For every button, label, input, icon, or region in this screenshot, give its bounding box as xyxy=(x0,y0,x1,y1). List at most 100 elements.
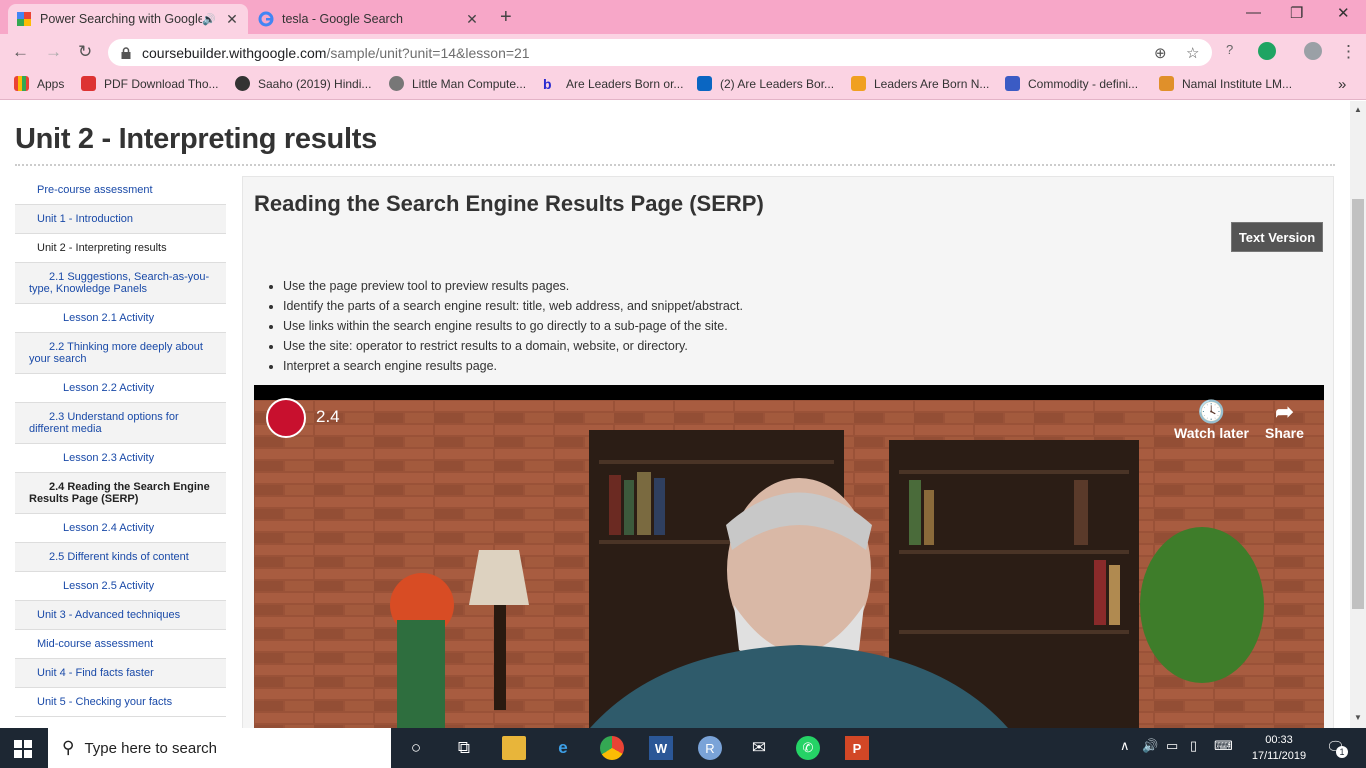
pdf-icon xyxy=(81,76,96,91)
objectives-list: Use the page preview tool to preview res… xyxy=(283,276,743,376)
sidebar-item[interactable]: 2.5 Different kinds of content xyxy=(15,543,226,572)
site-icon xyxy=(851,76,866,91)
menu-icon[interactable]: ⋮ xyxy=(1340,42,1357,62)
watch-later-button[interactable]: 🕓 Watch later xyxy=(1174,399,1249,441)
objective-item: Interpret a search engine results page. xyxy=(283,356,743,376)
profile-avatar-icon[interactable] xyxy=(1304,42,1322,60)
bing-icon: b xyxy=(543,76,552,92)
address-bar[interactable]: coursebuilder.withgoogle.com/sample/unit… xyxy=(108,39,1212,66)
mail-icon[interactable]: ✉ xyxy=(747,736,771,760)
sidebar-item[interactable]: Lesson 2.3 Activity xyxy=(15,444,226,473)
bookmark-item[interactable]: Commodity - defini... xyxy=(1005,76,1138,91)
clock-time: 00:33 xyxy=(1265,734,1293,746)
sidebar-item[interactable]: Pre-course assessment xyxy=(15,176,226,205)
taskbar-search[interactable]: ⚲ Type here to search xyxy=(48,728,391,768)
objective-item: Identify the parts of a search engine re… xyxy=(283,296,743,316)
share-button[interactable]: ➦ Share xyxy=(1265,399,1304,441)
sidebar-item-label: Lesson 2.3 Activity xyxy=(63,452,155,464)
bookmarks-bar: Apps PDF Download Tho... Saaho (2019) Hi… xyxy=(0,70,1366,100)
bookmark-star-icon[interactable]: ☆ xyxy=(1186,44,1199,62)
keyboard-icon[interactable]: ⌨ xyxy=(1214,738,1233,754)
sidebar-item-label: 2.4 Reading the Search Engine Results Pa… xyxy=(29,481,210,505)
close-window-icon[interactable]: ✕ xyxy=(1337,4,1350,22)
show-hidden-icons-icon[interactable]: ∧ xyxy=(1120,738,1130,754)
channel-logo-icon[interactable] xyxy=(266,398,306,438)
tab-power-searching[interactable]: Power Searching with Google 🔊 ✕ xyxy=(8,4,248,34)
chrome-icon[interactable] xyxy=(600,736,624,760)
back-icon[interactable]: ← xyxy=(12,42,29,62)
graduation-cap-icon xyxy=(1159,76,1174,91)
sidebar-item[interactable]: Unit 4 - Find facts faster xyxy=(15,659,226,688)
volume-icon[interactable]: 🔊 xyxy=(1142,738,1158,754)
bookmark-apps[interactable]: Apps xyxy=(14,76,64,91)
network-icon[interactable]: ▭ xyxy=(1166,738,1178,754)
close-tab-icon[interactable]: ✕ xyxy=(224,11,240,28)
bookmark-item[interactable]: Leaders Are Born N... xyxy=(851,76,989,91)
bookmark-item[interactable]: b Are Leaders Born or... xyxy=(543,76,683,92)
task-view-icon[interactable]: ⧉ xyxy=(452,736,476,760)
bookmark-item[interactable]: Little Man Compute... xyxy=(389,76,526,91)
edge-icon[interactable]: e xyxy=(551,736,575,760)
grammarly-icon[interactable] xyxy=(1258,42,1276,60)
more-bookmarks-icon[interactable]: » xyxy=(1338,76,1346,93)
extension-icon[interactable]: ? xyxy=(1226,42,1244,60)
sidebar-item[interactable]: Unit 2 - Interpreting results xyxy=(15,234,226,263)
close-tab-icon[interactable]: ✕ xyxy=(464,11,480,28)
scroll-down-icon[interactable]: ▼ xyxy=(1354,713,1362,722)
taskbar-clock[interactable]: 00:33 17/11/2019 xyxy=(1240,732,1318,764)
r-icon[interactable]: R xyxy=(698,736,722,760)
battery-icon[interactable]: ▯ xyxy=(1190,738,1197,754)
objective-item: Use the site: operator to restrict resul… xyxy=(283,336,743,356)
scroll-thumb[interactable] xyxy=(1352,199,1364,609)
site-icon xyxy=(1005,76,1020,91)
reload-icon[interactable]: ↻ xyxy=(78,42,92,62)
tab-tesla-search[interactable]: tesla - Google Search ✕ xyxy=(250,4,488,34)
minimize-icon[interactable]: — xyxy=(1246,4,1261,21)
objective-item: Use links within the search engine resul… xyxy=(283,316,743,336)
sidebar-item-label: Lesson 2.4 Activity xyxy=(63,522,155,534)
speaker-icon[interactable]: 🔊 xyxy=(202,13,216,26)
sidebar-item[interactable]: Lesson 2.2 Activity xyxy=(15,374,226,403)
notification-count-badge: 1 xyxy=(1336,746,1348,758)
forward-icon[interactable]: → xyxy=(45,42,62,62)
clock-icon: 🕓 xyxy=(1197,399,1226,424)
word-icon[interactable]: W xyxy=(649,736,673,760)
objective-item: Use the page preview tool to preview res… xyxy=(283,276,743,296)
text-version-button[interactable]: Text Version xyxy=(1231,222,1323,252)
bookmark-item[interactable]: (2) Are Leaders Bor... xyxy=(697,76,834,91)
page-scrollbar[interactable]: ▲ ▼ xyxy=(1350,101,1366,728)
tab-title: tesla - Google Search xyxy=(282,12,403,26)
windows-start-icon[interactable] xyxy=(14,740,32,758)
whatsapp-icon[interactable]: ✆ xyxy=(796,736,820,760)
new-tab-icon[interactable]: + xyxy=(500,6,512,29)
bookmark-item[interactable]: PDF Download Tho... xyxy=(81,76,219,91)
video-frame xyxy=(254,400,1324,728)
bookmark-item[interactable]: Saaho (2019) Hindi... xyxy=(235,76,371,91)
powerpoint-icon[interactable]: P xyxy=(845,736,869,760)
restore-icon[interactable]: ❐ xyxy=(1290,4,1303,22)
sidebar-item-label: Lesson 2.5 Activity xyxy=(63,580,155,592)
sidebar-item-label: Lesson 2.2 Activity xyxy=(63,382,155,394)
file-explorer-icon[interactable] xyxy=(502,736,526,760)
sidebar-item[interactable]: Unit 3 - Advanced techniques xyxy=(15,601,226,630)
cortana-icon[interactable]: ○ xyxy=(404,736,428,760)
bookmark-item[interactable]: Namal Institute LM... xyxy=(1159,76,1292,91)
video-player[interactable]: 2.4 🕓 Watch later ➦ Share xyxy=(254,385,1324,728)
sidebar-item[interactable]: 2.1 Suggestions, Search-as-you-type, Kno… xyxy=(15,263,226,304)
scroll-up-icon[interactable]: ▲ xyxy=(1354,105,1362,114)
sidebar-item[interactable]: Unit 5 - Checking your facts xyxy=(15,688,226,717)
site-icon xyxy=(235,76,250,91)
sidebar-item[interactable]: 2.2 Thinking more deeply about your sear… xyxy=(15,333,226,374)
sidebar-item[interactable]: Lesson 2.5 Activity xyxy=(15,572,226,601)
lesson-title: Reading the Search Engine Results Page (… xyxy=(254,191,764,216)
translate-icon[interactable]: ⊕ xyxy=(1154,44,1167,62)
sidebar-item[interactable]: Unit 1 - Introduction xyxy=(15,205,226,234)
sidebar-item[interactable]: Lesson 2.4 Activity xyxy=(15,514,226,543)
sidebar-item[interactable]: Lesson 2.1 Activity xyxy=(15,304,226,333)
title-divider xyxy=(15,164,1335,166)
google-icon xyxy=(258,11,274,27)
sidebar-item-label: Unit 5 - Checking your facts xyxy=(37,696,173,708)
sidebar-item[interactable]: Mid-course assessment xyxy=(15,630,226,659)
sidebar-item[interactable]: 2.4 Reading the Search Engine Results Pa… xyxy=(15,473,226,514)
sidebar-item[interactable]: 2.3 Understand options for different med… xyxy=(15,403,226,444)
